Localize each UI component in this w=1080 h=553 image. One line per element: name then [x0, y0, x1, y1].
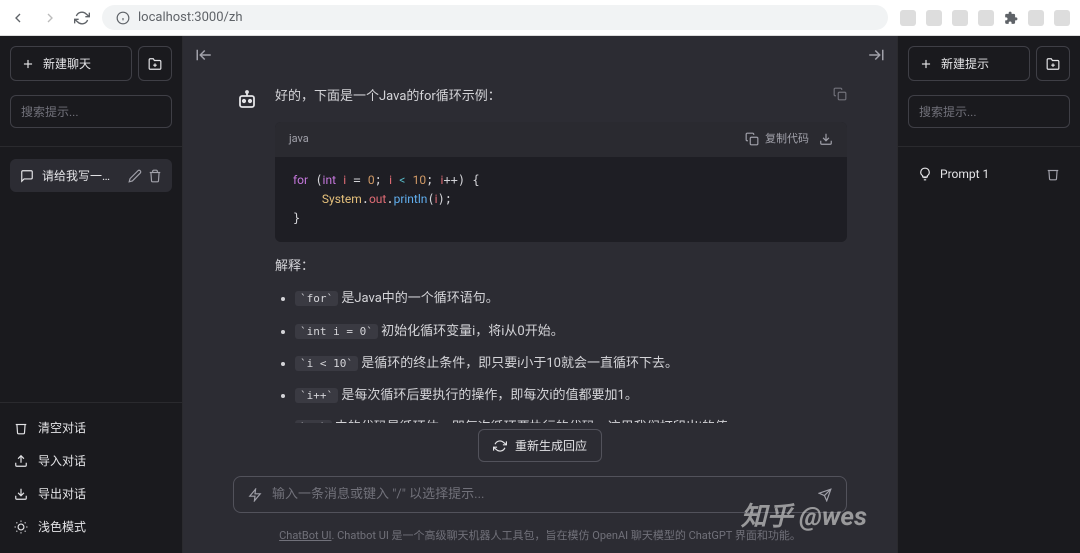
browser-extensions: [900, 10, 1070, 26]
regen-label: 重新生成回应: [515, 437, 587, 454]
prompt-list-item[interactable]: Prompt 1: [908, 159, 1070, 189]
prompt-title: Prompt 1: [940, 167, 1038, 181]
message-content: 好的，下面是一个Java的for循环示例： java 复制代码: [275, 86, 847, 423]
foot-label: 导入对话: [38, 452, 86, 469]
inline-code: `{}`: [295, 420, 332, 423]
divider: [898, 146, 1080, 147]
new-prompt-label: 新建提示: [941, 55, 989, 72]
explanation-item: `i++` 是每次循环后要执行的操作，即每次i的值都要加1。: [295, 385, 847, 407]
back-icon[interactable]: [10, 10, 26, 26]
ext-icon[interactable]: [1028, 10, 1044, 26]
plus-icon: [21, 57, 35, 71]
folder-plus-icon: [148, 57, 162, 71]
inline-code: `int i = 0`: [295, 324, 378, 339]
import-button[interactable]: 导入对话: [0, 444, 182, 477]
explanation-list: `for` 是Java中的一个循环语句。 `int i = 0` 初始化循环变量i…: [295, 288, 847, 423]
ext-icon[interactable]: [1054, 10, 1070, 26]
trash-icon[interactable]: [148, 169, 162, 183]
browser-toolbar: localhost:3000/zh: [0, 0, 1080, 36]
new-chat-button[interactable]: 新建聊天: [10, 46, 132, 81]
trash-icon[interactable]: [1046, 167, 1060, 181]
extensions-icon[interactable]: [1004, 11, 1018, 25]
trash-icon: [14, 421, 28, 435]
foot-label: 清空对话: [38, 419, 86, 436]
explanation-item: `{}` 中的代码是循环体，即每次循环要执行的代码，这里我们打印出i的值。: [295, 417, 847, 423]
explanation-item: `int i = 0` 初始化循环变量i，将i从0开始。: [295, 321, 847, 343]
sun-icon: [14, 520, 28, 534]
explanation-item: `for` 是Java中的一个循环语句。: [295, 288, 847, 310]
ext-icon[interactable]: [926, 10, 942, 26]
foot-label: 浅色模式: [38, 518, 86, 535]
clear-conversations-button[interactable]: 清空对话: [0, 411, 182, 444]
browser-nav: [10, 10, 90, 26]
message-input-container: [233, 476, 847, 513]
message-icon: [20, 169, 34, 183]
new-folder-button[interactable]: [138, 46, 172, 81]
right-sidebar: 新建提示 搜索提示... Prompt 1: [897, 36, 1080, 553]
address-bar[interactable]: localhost:3000/zh: [102, 5, 888, 30]
export-button[interactable]: 导出对话: [0, 477, 182, 510]
url-text: localhost:3000/zh: [138, 10, 243, 25]
download-icon[interactable]: [819, 132, 833, 146]
messages-scroll[interactable]: 好的，下面是一个Java的for循环示例： java 复制代码: [183, 74, 897, 423]
divider: [0, 146, 182, 147]
chat-list-item[interactable]: 请给我写一个java的for...: [10, 159, 172, 192]
ext-icon[interactable]: [952, 10, 968, 26]
search-chats-input[interactable]: 搜索提示...: [10, 95, 172, 128]
left-sidebar: 新建聊天 搜索提示... 请给我写一个java的for... 清空对话: [0, 36, 183, 553]
inline-code: `for`: [295, 291, 338, 306]
copy-code-button[interactable]: 复制代码: [745, 130, 809, 149]
theme-toggle-button[interactable]: 浅色模式: [0, 510, 182, 543]
inline-code: `i++`: [295, 388, 338, 403]
main-chat-area: 好的，下面是一个Java的for循环示例： java 复制代码: [183, 36, 897, 553]
copy-message-button[interactable]: [833, 86, 847, 105]
divider: [0, 402, 182, 403]
collapse-right-icon[interactable]: [867, 46, 885, 64]
intro-text: 好的，下面是一个Java的for循环示例：: [275, 86, 847, 108]
collapse-left-icon[interactable]: [195, 46, 213, 64]
foot-label: 导出对话: [38, 485, 86, 502]
edit-icon[interactable]: [128, 169, 142, 183]
message-input[interactable]: [272, 487, 808, 502]
footer-link[interactable]: ChatBot UI: [279, 529, 331, 542]
clipboard-icon: [745, 132, 759, 146]
code-block: java 复制代码 for (int i = 0; i < 10; i++) {…: [275, 122, 847, 242]
bulb-icon: [918, 167, 932, 181]
new-prompt-button[interactable]: 新建提示: [908, 46, 1030, 81]
explain-header: 解释：: [275, 256, 847, 278]
assistant-message: 好的，下面是一个Java的for循环示例： java 复制代码: [233, 74, 847, 423]
import-icon: [14, 454, 28, 468]
code-content: for (int i = 0; i < 10; i++) { System.ou…: [275, 157, 847, 243]
folder-plus-icon: [1046, 57, 1060, 71]
new-folder-button[interactable]: [1036, 46, 1070, 81]
robot-icon: [235, 88, 259, 112]
code-lang: java: [289, 130, 309, 149]
export-icon: [14, 487, 28, 501]
inline-code: `i < 10`: [295, 356, 358, 371]
bot-avatar: [233, 86, 261, 114]
copy-icon: [833, 87, 847, 101]
ext-icon[interactable]: [900, 10, 916, 26]
refresh-icon: [493, 439, 507, 453]
search-prompts-input[interactable]: 搜索提示...: [908, 95, 1070, 128]
plus-icon: [919, 57, 933, 71]
info-icon: [116, 11, 130, 25]
explanation-item: `i < 10` 是循环的终止条件，即只要i小于10就会一直循环下去。: [295, 353, 847, 375]
reload-icon[interactable]: [74, 10, 90, 26]
new-chat-label: 新建聊天: [43, 55, 91, 72]
ext-icon[interactable]: [978, 10, 994, 26]
forward-icon[interactable]: [42, 10, 58, 26]
send-icon[interactable]: [818, 488, 832, 502]
footer-credit: ChatBot UI. Chatbot UI 是一个高级聊天机器人工具包，旨在模…: [183, 521, 897, 553]
chat-title: 请给我写一个java的for...: [42, 167, 120, 184]
regenerate-button[interactable]: 重新生成回应: [478, 429, 602, 462]
zap-icon[interactable]: [248, 488, 262, 502]
